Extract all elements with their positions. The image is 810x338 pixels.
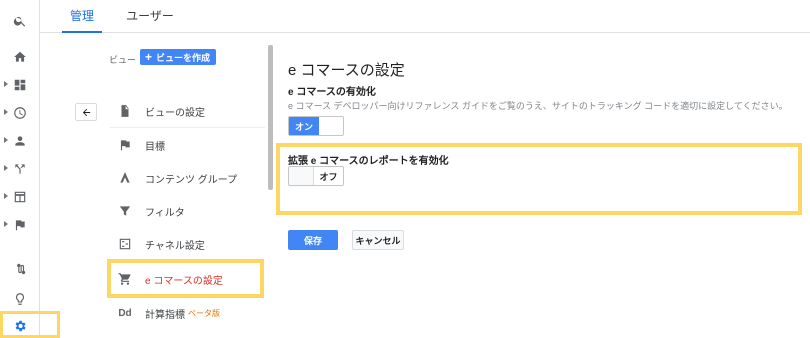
view-scrollbar[interactable] [268, 45, 273, 190]
enable-ecommerce-description: e コマース デベロッパー向けリファレンス ガイドをご覧のうえ、サイトのトラッキ… [288, 101, 788, 111]
menu-content-groups[interactable]: コンテンツ グループ [110, 164, 265, 192]
tab-user[interactable]: ユーザー [118, 0, 182, 33]
menu-filters[interactable]: フィルタ [110, 197, 265, 225]
enable-ecommerce-label: e コマースの有効化 [288, 87, 376, 98]
menu-label: 計算指標 [145, 309, 185, 321]
page-title: e コマースの設定 [288, 62, 405, 79]
menu-label: 目標 [145, 141, 165, 153]
enable-ecommerce-toggle[interactable]: オン [288, 116, 344, 136]
create-view-button[interactable]: + ビューを作成 [140, 49, 216, 65]
home-icon[interactable] [0, 44, 40, 70]
lightbulb-icon[interactable] [0, 286, 40, 312]
menu-label: チャネル設定 [145, 240, 205, 252]
ecommerce-highlight [107, 259, 264, 298]
table-icon[interactable] [0, 184, 40, 210]
app-window: 管理 ユーザー ビュー + ビューを作成 ビューの設定 目標 コンテンツ グルー… [0, 0, 810, 338]
channel-icon [118, 237, 132, 251]
toggle-knob [289, 167, 314, 185]
tab-admin[interactable]: 管理 [62, 0, 102, 33]
menu-calculated-metrics[interactable]: Dd 計算指標 ベータ版 [110, 299, 265, 327]
plus-icon: + [145, 50, 153, 64]
toggle-off-label: オフ [314, 167, 343, 185]
create-view-label: ビューを作成 [156, 52, 211, 63]
toggle-knob [319, 117, 343, 135]
menu-goals[interactable]: 目標 [110, 131, 265, 159]
flag-icon[interactable] [0, 212, 40, 238]
view-label: ビュー [109, 55, 137, 65]
menu-channel-settings[interactable]: チャネル設定 [110, 230, 265, 258]
document-icon [118, 104, 132, 118]
back-button[interactable] [75, 103, 97, 121]
gear-highlight [0, 311, 60, 338]
menu-label: コンテンツ グループ [145, 174, 238, 186]
dd-icon: Dd [118, 307, 132, 319]
top-tab-bar: 管理 ユーザー [40, 0, 810, 33]
beta-badge: ベータ版 [188, 308, 220, 318]
share-icon[interactable] [0, 156, 40, 182]
dashboard-icon[interactable] [0, 72, 40, 98]
extended-ecommerce-toggle[interactable]: オフ [288, 166, 344, 186]
person-walk-icon [118, 171, 132, 185]
arrow-left-icon [82, 108, 90, 116]
main-panel: e コマースの設定 e コマースの有効化 e コマース デベロッパー向けリファレ… [276, 33, 810, 338]
search-icon[interactable] [0, 8, 40, 34]
clock-icon[interactable] [0, 100, 40, 126]
cancel-button[interactable]: キャンセル [352, 230, 404, 250]
extended-ecommerce-label: 拡張 e コマースのレポートを有効化 [288, 156, 449, 167]
divider [110, 127, 265, 128]
route-icon[interactable] [0, 256, 40, 282]
menu-label: ビューの設定 [145, 107, 205, 119]
person-icon[interactable] [0, 128, 40, 154]
toggle-on-label: オン [289, 117, 319, 135]
left-rail [0, 0, 60, 338]
filter-icon [118, 204, 132, 218]
menu-label: フィルタ [145, 207, 185, 219]
menu-view-settings[interactable]: ビューの設定 [110, 97, 265, 125]
save-button[interactable]: 保存 [288, 230, 338, 250]
view-column: ビュー + ビューを作成 ビューの設定 目標 コンテンツ グループ フィルタ チ [75, 33, 273, 338]
flag-icon [118, 138, 132, 152]
